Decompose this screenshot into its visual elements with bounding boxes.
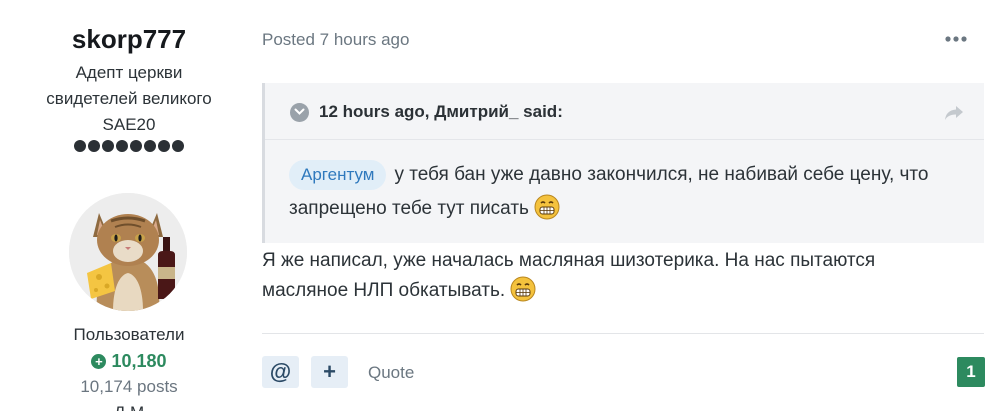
reaction-count-badge[interactable]: 1 (957, 357, 985, 387)
user-mention[interactable]: Аргентум (289, 160, 387, 190)
ellipsis-icon-graphic (945, 36, 967, 42)
rank-dot (130, 140, 142, 152)
rank-dot (116, 140, 128, 152)
post-text: Я же написал, уже началась масляная шизо… (262, 250, 876, 301)
author-title-line: Адепт церкви (75, 63, 183, 82)
author-title: Адепт церкви свидетелей великого SAE20 (0, 60, 258, 138)
rank-dot (158, 140, 170, 152)
quote-citation[interactable]: 12 hours ago, Дмитрий_ said: (319, 102, 563, 122)
avatar[interactable] (69, 193, 187, 311)
mention-button[interactable]: @ (262, 356, 299, 388)
share-arrow-graphic (945, 106, 963, 120)
post-count: 10,174 posts (80, 377, 178, 396)
post-body: Я же написал, уже началась масляная шизо… (262, 246, 962, 306)
rank-dot (88, 140, 100, 152)
author-name[interactable]: skorp777 (0, 24, 258, 55)
author-title-line: SAE20 (102, 115, 156, 134)
rank-dot (144, 140, 156, 152)
ellipsis-icon[interactable] (945, 30, 969, 50)
chevron-down-graphic (294, 108, 305, 115)
rank-dot (74, 140, 86, 152)
grin-emoji-icon (534, 194, 560, 220)
cat-avatar-image (69, 193, 187, 311)
rank-dot (172, 140, 184, 152)
reputation-value: 10,180 (111, 351, 167, 371)
quote-divider (265, 139, 984, 140)
author-panel: skorp777 Адепт церкви свидетелей великог… (0, 0, 262, 411)
post-footer-divider (262, 333, 984, 334)
rank-dots (0, 140, 258, 152)
author-extra-line: Д М (0, 403, 258, 411)
grin-emoji-icon (510, 276, 536, 302)
quote-body: Аргентум у тебя бан уже давно закончился,… (289, 158, 969, 226)
quote-block: 12 hours ago, Дмитрий_ said: Аргентум у т… (262, 83, 984, 243)
plus-circle-icon: + (91, 354, 107, 369)
share-arrow-icon[interactable] (944, 105, 964, 121)
quote-button[interactable]: Quote (368, 363, 414, 383)
post-date[interactable]: Posted 7 hours ago (262, 30, 409, 50)
author-group: Пользователи (73, 325, 185, 344)
rank-dot (102, 140, 114, 152)
chevron-down-icon[interactable] (290, 102, 309, 122)
multiquote-button[interactable]: + (311, 356, 348, 388)
quote-header: 12 hours ago, Дмитрий_ said: (290, 102, 563, 122)
author-title-line: свидетелей великого (46, 89, 212, 108)
reputation-badge: + 10,180 (0, 351, 258, 372)
